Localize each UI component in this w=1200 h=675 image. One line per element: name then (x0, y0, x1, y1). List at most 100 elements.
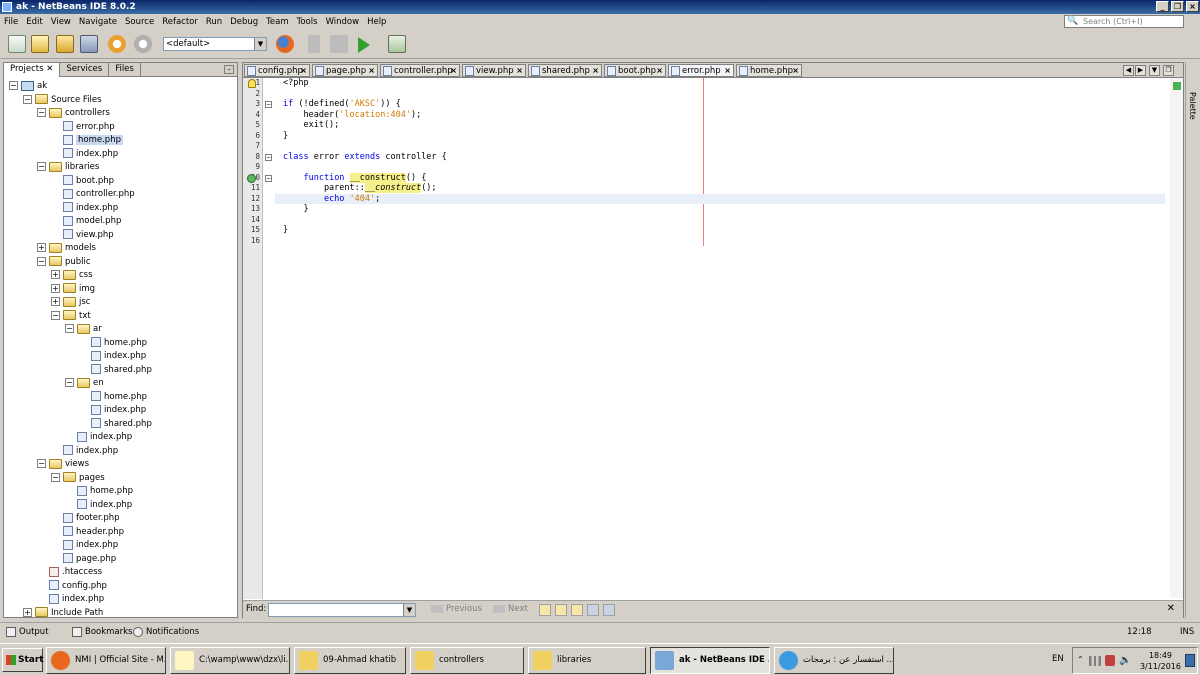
code-line[interactable]: parent::__construct(); (283, 183, 1173, 194)
tree-file[interactable]: home.php (91, 391, 147, 404)
expand-icon[interactable]: + (51, 297, 60, 306)
tree-file[interactable]: footer.php (63, 512, 120, 525)
configuration-select[interactable]: <default> ▼ (163, 37, 267, 51)
menu-view[interactable]: View (47, 14, 75, 30)
tree-file[interactable]: config.php (49, 580, 107, 593)
code-line[interactable]: } (283, 225, 1173, 236)
search-input[interactable]: 🔍 Search (Ctrl+I) (1064, 15, 1184, 28)
tree-file[interactable]: index.php (49, 593, 104, 606)
close-tab-icon[interactable]: × (368, 65, 375, 77)
tree-file[interactable]: shared.php (91, 364, 152, 377)
tree-file[interactable]: page.php (63, 553, 116, 566)
code-line[interactable] (283, 162, 1173, 173)
menu-team[interactable]: Team (262, 14, 292, 30)
restore-button[interactable]: ❐ (1171, 1, 1184, 12)
editor-tab[interactable]: controller.php × (380, 64, 460, 77)
tree-file[interactable]: view.php (63, 229, 114, 242)
tree-folder[interactable]: + models (37, 242, 96, 255)
code-line[interactable]: class error extends controller { (283, 152, 1173, 163)
show-hidden-icons-icon[interactable]: ⌃ (1077, 655, 1084, 664)
taskbar-button[interactable]: استفسار عن : برمجات ... (774, 647, 894, 674)
tree-file[interactable]: home.php (77, 485, 133, 498)
close-tab-icon[interactable]: × (792, 65, 799, 77)
code-line[interactable]: <?php (283, 78, 1173, 89)
menu-debug[interactable]: Debug (226, 14, 262, 30)
tree-folder[interactable]: − Source Files (23, 94, 102, 107)
find-previous-button[interactable]: Previous (431, 604, 482, 614)
editor-tab[interactable]: config.php × (244, 64, 310, 77)
palette-sidebar[interactable]: Palette (1185, 62, 1200, 618)
code-line[interactable] (283, 141, 1173, 152)
tree-file[interactable]: index.php (77, 499, 132, 512)
language-indicator[interactable]: EN (1052, 654, 1064, 664)
bookmarks-window-toggle[interactable]: Bookmarks (72, 626, 133, 638)
code-line[interactable]: } (283, 204, 1173, 215)
tree-folder[interactable]: − pages (51, 472, 105, 485)
editor-tab[interactable]: error.php × (668, 64, 734, 77)
build-icon[interactable] (308, 35, 320, 53)
taskbar-button[interactable]: libraries (528, 647, 646, 674)
menu-edit[interactable]: Edit (22, 14, 46, 30)
fold-icon[interactable]: − (265, 101, 272, 108)
whole-words-icon[interactable] (555, 604, 567, 616)
close-tab-icon[interactable]: × (592, 65, 599, 77)
tree-file[interactable]: index.php (63, 148, 118, 161)
network-icon[interactable] (1089, 656, 1101, 666)
tree-folder[interactable]: + Include Path (23, 607, 103, 619)
taskbar-button[interactable]: controllers (410, 647, 524, 674)
redo-icon[interactable] (134, 35, 152, 53)
editor-tab[interactable]: boot.php × (604, 64, 666, 77)
taskbar-button[interactable]: 09-Ahmad khatib (294, 647, 406, 674)
tree-folder[interactable]: − controllers (37, 107, 110, 120)
show-documents-button[interactable]: ▼ (1149, 65, 1160, 76)
tree-folder[interactable]: − public (37, 256, 91, 269)
close-tab-icon[interactable]: × (300, 65, 307, 77)
close-find-icon[interactable]: ✕ (1167, 603, 1175, 614)
tree-file[interactable]: index.php (63, 445, 118, 458)
tree-file[interactable]: index.php (91, 350, 146, 363)
collapse-icon[interactable]: − (23, 94, 32, 104)
taskbar-button[interactable]: C:\wamp\www\dzx\li... (170, 647, 290, 674)
close-tab-icon[interactable]: × (516, 65, 523, 77)
tree-file[interactable]: index.php (77, 431, 132, 444)
regex-icon[interactable] (571, 604, 583, 616)
tree-folder[interactable]: + img (51, 283, 95, 296)
code-line[interactable] (283, 215, 1173, 226)
new-project-icon[interactable] (31, 35, 49, 53)
collapse-icon[interactable]: − (51, 472, 60, 482)
menu-window[interactable]: Window (322, 14, 364, 30)
menu-file[interactable]: File (0, 14, 22, 30)
run-icon[interactable] (358, 37, 370, 53)
tree-folder[interactable]: − libraries (37, 161, 99, 174)
code-line[interactable] (283, 89, 1173, 100)
error-stripe[interactable] (1170, 78, 1183, 598)
code-area[interactable]: <?php if (!defined('AKSC')) { header('loc… (275, 78, 1165, 599)
close-button[interactable]: × (1186, 1, 1199, 12)
tree-file[interactable]: home.php (91, 337, 147, 350)
tree-file[interactable]: index.php (91, 404, 146, 417)
tree-file[interactable]: home.php (63, 134, 123, 147)
tree-file[interactable]: controller.php (63, 188, 135, 201)
tree-folder[interactable]: + css (51, 269, 93, 282)
find-input[interactable]: ▼ (268, 603, 416, 617)
tree-file[interactable]: boot.php (63, 175, 114, 188)
tree-folder[interactable]: − views (37, 458, 89, 471)
code-line[interactable]: function __construct() { (283, 172, 1173, 184)
taskbar-button[interactable]: ak - NetBeans IDE ... (650, 647, 770, 674)
menu-run[interactable]: Run (202, 14, 226, 30)
tree-file[interactable]: .htaccess (49, 566, 102, 579)
code-line[interactable]: } (283, 131, 1173, 142)
menu-navigate[interactable]: Navigate (75, 14, 121, 30)
collapse-icon[interactable]: − (51, 310, 60, 320)
tree-file[interactable]: header.php (63, 526, 124, 539)
tree-folder[interactable]: − ak (9, 80, 47, 93)
code-line[interactable]: exit(); (283, 120, 1173, 131)
fold-icon[interactable]: − (265, 153, 272, 161)
browser-icon[interactable] (276, 35, 294, 53)
tab-projects[interactable]: Projects ✕ (4, 63, 61, 77)
debug-icon[interactable] (388, 35, 406, 53)
scroll-tabs-right-button[interactable]: ▶ (1135, 65, 1146, 76)
save-all-icon[interactable] (80, 35, 98, 53)
expand-icon[interactable]: + (37, 243, 46, 252)
tree-file[interactable]: index.php (63, 202, 118, 215)
